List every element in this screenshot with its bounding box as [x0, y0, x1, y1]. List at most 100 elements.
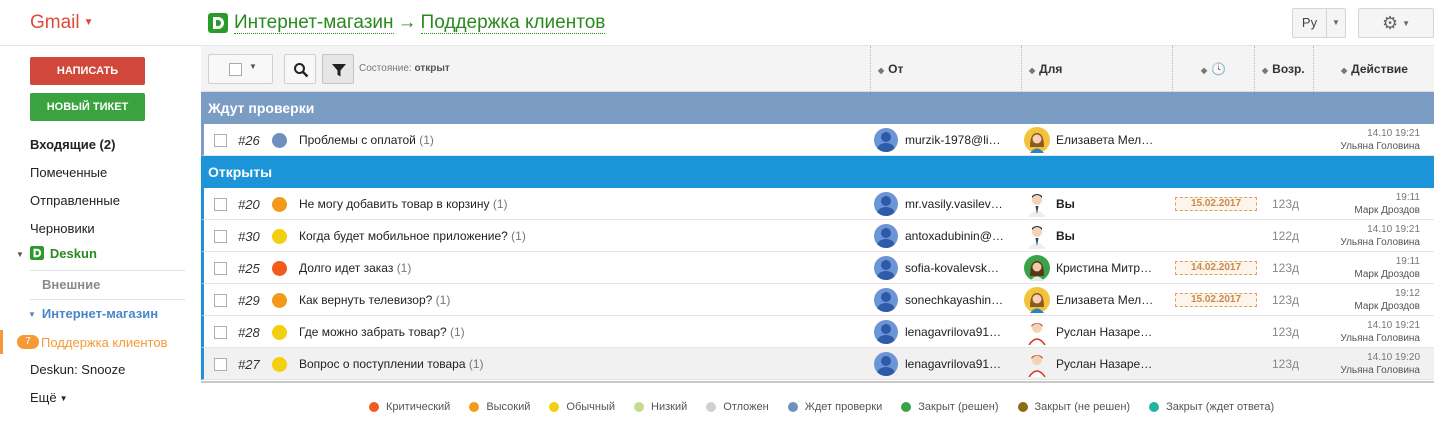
expand-triangle-icon: ▼ [28, 310, 36, 320]
ticket-assignee: Кристина Митрофанова [1056, 261, 1156, 275]
assignee-avatar [1024, 319, 1050, 346]
ticket-number: #26 [238, 133, 260, 148]
due-date-badge: 14.02.2017 [1175, 261, 1257, 275]
priority-indicator [272, 229, 287, 244]
ticket-subject[interactable]: Вопрос о поступлении товара (1) [299, 357, 484, 371]
column-header-to[interactable]: ◆ Для [1029, 62, 1062, 76]
ticket-row[interactable]: #29 Как вернуть телевизор? (1) sonechkayas… [201, 284, 1434, 316]
ticket-row[interactable]: #30 Когда будет мобильное приложение? (1)… [201, 220, 1434, 252]
priority-indicator [272, 293, 287, 308]
legend-label: Ждет проверки [804, 401, 883, 413]
message-count: (1) [468, 357, 484, 371]
sidebar-item-snooze[interactable]: Deskun: Snooze [30, 362, 125, 377]
column-divider [1254, 46, 1255, 92]
sender-avatar [874, 352, 898, 376]
sidebar-item-shop[interactable]: ▼ Интернет-магазин [28, 306, 158, 321]
last-action: 14.10 19:21 Ульяна Головина [1300, 319, 1420, 345]
search-icon [294, 63, 309, 78]
last-action: 14.10 19:20 Ульяна Головина [1300, 351, 1420, 377]
column-header-due[interactable]: ◆ 🕓 [1201, 62, 1226, 76]
ticket-subject[interactable]: Когда будет мобильное приложение? (1) [299, 229, 526, 243]
language-label: Ру [1293, 9, 1327, 37]
select-all-dropdown[interactable]: ▼ [208, 54, 273, 84]
last-action-time: 19:11 [1395, 256, 1420, 267]
legend-item: Закрыт (ждет ответа) [1149, 401, 1274, 413]
sidebar-item-external[interactable]: Внешние [42, 277, 100, 292]
priority-legend: Критический Высокий Обычный Низкий Отложен Жд… [369, 401, 1274, 413]
last-action-time: 19:12 [1394, 288, 1420, 299]
row-checkbox[interactable] [214, 294, 227, 307]
column-header-from[interactable]: ◆ От [878, 62, 903, 76]
row-checkbox[interactable] [214, 230, 227, 243]
sidebar-item-drafts[interactable]: Черновики [30, 221, 95, 236]
sidebar-item-inbox[interactable]: Входящие (2) [30, 137, 115, 152]
ticket-list: ▼ Состояние: открыт ◆ От ◆ Для ◆ 🕓 ◆ Возр. ◆… [201, 46, 1434, 384]
last-action-time: 19:11 [1395, 192, 1420, 203]
settings-button[interactable]: ⚙ ▼ [1358, 8, 1434, 38]
legend-dot [549, 402, 560, 412]
row-checkbox[interactable] [214, 358, 227, 371]
priority-indicator [272, 133, 287, 148]
page-title: Интернет-магазин → Поддержка клиентов [234, 12, 606, 34]
row-checkbox[interactable] [214, 262, 227, 275]
ticket-row[interactable]: #26 Проблемы с оплатой (1) murzik-1978@lis… [201, 124, 1434, 156]
last-action: 14.10 19:21 Ульяна Головина [1300, 223, 1420, 249]
legend-label: Обычный [566, 401, 616, 413]
sidebar-item-more[interactable]: Ещё ▼ [30, 390, 68, 405]
ticket-row[interactable]: #28 Где можно забрать товар? (1) lenagavri… [201, 316, 1434, 348]
last-action-user: Ульяна Головина [1340, 333, 1420, 344]
legend-dot [369, 402, 379, 412]
legend-item: Отложен [706, 401, 769, 413]
ticket-age: 122д [1272, 229, 1300, 243]
sender-avatar [874, 192, 898, 216]
row-checkbox[interactable] [214, 326, 227, 339]
ticket-number: #20 [238, 197, 260, 212]
last-action-time: 14.10 19:21 [1367, 128, 1420, 139]
ticket-subject[interactable]: Как вернуть телевизор? (1) [299, 293, 450, 307]
sender-avatar [874, 224, 898, 248]
compose-button[interactable]: НАПИСАТЬ [30, 57, 145, 85]
search-button[interactable] [284, 54, 316, 84]
status-filter-value: открыт [414, 63, 450, 74]
gmail-caret-icon: ▼ [83, 17, 94, 29]
sidebar-item-support[interactable]: 7 Поддержка клиентов [0, 330, 200, 354]
legend-label: Критический [386, 401, 451, 413]
legend-item: Высокий [469, 401, 530, 413]
column-header-action[interactable]: ◆ Действие [1341, 62, 1408, 76]
ticket-subject[interactable]: Где можно забрать товар? (1) [299, 325, 465, 339]
ticket-row[interactable]: #25 Долго идет заказ (1) sofia-kovalevskay… [201, 252, 1434, 284]
gmail-menu[interactable]: Gmail ▼ [30, 12, 94, 34]
last-action-user: Ульяна Головина [1340, 141, 1420, 152]
gmail-label: Gmail [30, 12, 80, 33]
ticket-row[interactable]: #20 Не могу добавить товар в корзину (1) m… [201, 188, 1434, 220]
column-divider [870, 46, 871, 92]
ticket-subject[interactable]: Проблемы с оплатой (1) [299, 133, 434, 147]
ticket-subject[interactable]: Долго идет заказ (1) [299, 261, 411, 275]
message-count: (1) [396, 261, 412, 275]
ticket-subject[interactable]: Не могу добавить товар в корзину (1) [299, 197, 508, 211]
row-checkbox[interactable] [214, 198, 227, 211]
last-action: 19:12 Марк Дроздов [1300, 287, 1420, 313]
ticket-number: #27 [238, 357, 260, 372]
language-button[interactable]: Ру ▼ [1292, 8, 1346, 38]
row-checkbox[interactable] [214, 134, 227, 147]
assignee-avatar [1024, 191, 1050, 217]
column-header-age[interactable]: ◆ Возр. [1262, 62, 1305, 76]
ticket-row[interactable]: #27 Вопрос о поступлении товара (1) lenaga… [201, 348, 1434, 380]
sidebar-item-starred[interactable]: Помеченные [30, 165, 107, 180]
last-action-time: 14.10 19:21 [1367, 320, 1420, 331]
column-divider [1313, 46, 1314, 92]
select-all-checkbox[interactable] [229, 63, 242, 76]
new-ticket-button[interactable]: НОВЫЙ ТИКЕТ [30, 93, 145, 121]
breadcrumb-project[interactable]: Интернет-магазин [234, 12, 394, 34]
message-count: (1) [419, 133, 434, 147]
sidebar-item-deskun[interactable]: ▼ Deskun [16, 246, 97, 261]
ticket-assignee: Елизавета Мельникова [1056, 293, 1156, 307]
deskun-logo-icon [208, 13, 228, 33]
sidebar-item-sent[interactable]: Отправленные [30, 193, 120, 208]
ticket-assignee: Руслан Назаренко [1056, 357, 1156, 371]
filter-button[interactable] [322, 54, 354, 84]
breadcrumb-section[interactable]: Поддержка клиентов [420, 12, 606, 34]
ticket-assignee: Руслан Назаренко [1056, 325, 1156, 339]
column-from-label: От [888, 62, 904, 76]
